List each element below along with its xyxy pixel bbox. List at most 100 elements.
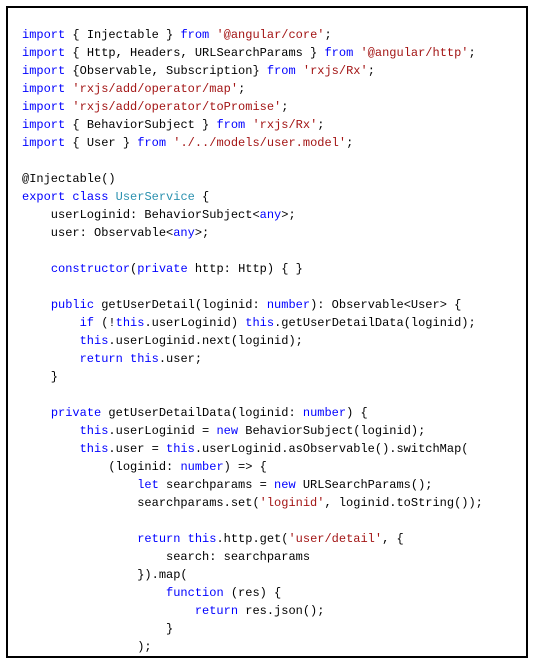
code-token: number <box>267 298 310 312</box>
code-token: { Injectable } <box>65 28 180 42</box>
code-line: return this.user; <box>22 352 202 366</box>
code-token: this <box>166 442 195 456</box>
code-token: searchparams = <box>159 478 274 492</box>
code-token: getUserDetailData(loginid: <box>101 406 303 420</box>
code-token: .user; <box>159 352 202 366</box>
code-line: import 'rxjs/add/operator/map'; <box>22 82 245 96</box>
code-line: let searchparams = new URLSearchParams()… <box>22 478 432 492</box>
code-line: } <box>22 622 173 636</box>
code-line: import { User } from './../models/user.m… <box>22 136 353 150</box>
code-token <box>22 604 195 618</box>
code-token: .user = <box>108 442 166 456</box>
code-token: this <box>245 316 274 330</box>
code-token: this <box>80 334 109 348</box>
code-line: }).map( <box>22 568 188 582</box>
code-token: ; <box>317 118 324 132</box>
code-line: private getUserDetailData(loginid: numbe… <box>22 406 368 420</box>
code-token: URLSearchParams(); <box>296 478 433 492</box>
code-token: import <box>22 100 65 114</box>
code-token <box>22 406 51 420</box>
code-token: '@angular/http' <box>360 46 468 60</box>
code-token: @Injectable() <box>22 172 116 186</box>
code-line: user: Observable<any>; <box>22 226 209 240</box>
code-token: import <box>22 136 65 150</box>
code-token: private <box>137 262 187 276</box>
code-token: return <box>80 352 123 366</box>
code-token <box>22 586 166 600</box>
code-token: return <box>137 532 180 546</box>
code-token: import <box>22 28 65 42</box>
code-token: new <box>274 478 296 492</box>
code-line: return res.json(); <box>22 604 324 618</box>
code-token: ; <box>324 28 331 42</box>
code-token: { Http, Headers, URLSearchParams } <box>65 46 324 60</box>
code-token <box>22 532 137 546</box>
code-token: from <box>137 136 166 150</box>
code-token: ) => { <box>224 460 267 474</box>
code-token: constructor <box>51 262 130 276</box>
code-token: 'rxjs/add/operator/map' <box>72 82 238 96</box>
code-token <box>22 478 137 492</box>
code-token: }).map( <box>22 568 188 582</box>
code-token: .userLoginid) <box>144 316 245 330</box>
code-token: number <box>303 406 346 420</box>
code-token <box>123 352 130 366</box>
code-token: let <box>137 478 159 492</box>
code-token: { <box>195 190 209 204</box>
code-token: .userLoginid.asObservable().switchMap( <box>195 442 469 456</box>
code-line: import {Observable, Subscription} from '… <box>22 64 375 78</box>
code-token: from <box>267 64 296 78</box>
code-token: BehaviorSubject(loginid); <box>238 424 425 438</box>
code-token <box>22 424 80 438</box>
code-token: public <box>51 298 94 312</box>
code-token: 'rxjs/add/operator/toPromise' <box>72 100 281 114</box>
code-token: ): Observable<User> { <box>310 298 461 312</box>
code-token: import <box>22 64 65 78</box>
code-token: .http.get( <box>216 532 288 546</box>
code-token: this <box>130 352 159 366</box>
code-token: UserService <box>116 190 195 204</box>
code-frame: import { Injectable } from '@angular/cor… <box>6 6 528 658</box>
code-line: import 'rxjs/add/operator/toPromise'; <box>22 100 288 114</box>
code-line: return this.http.get('user/detail', { <box>22 532 404 546</box>
code-token: .getUserDetailData(loginid); <box>274 316 476 330</box>
code-token: return <box>195 604 238 618</box>
code-line: this.userLoginid.next(loginid); <box>22 334 303 348</box>
code-token: import <box>22 118 65 132</box>
code-token <box>22 352 80 366</box>
code-token: , loginid.toString()); <box>324 496 482 510</box>
code-token: } <box>22 622 173 636</box>
code-token: (res) { <box>224 586 282 600</box>
code-token: user: Observable< <box>22 226 173 240</box>
code-token: import <box>22 82 65 96</box>
code-line: @Injectable() <box>22 172 116 186</box>
code-token: any <box>260 208 282 222</box>
code-token: ; <box>368 64 375 78</box>
code-token: res.json(); <box>238 604 324 618</box>
code-token: '@angular/core' <box>216 28 324 42</box>
code-token: function <box>166 586 224 600</box>
code-line: import { Http, Headers, URLSearchParams … <box>22 46 476 60</box>
code-line: (loginid: number) => { <box>22 460 267 474</box>
code-token: if <box>80 316 94 330</box>
code-token: getUserDetail(loginid: <box>94 298 267 312</box>
code-token <box>22 334 80 348</box>
code-token: number <box>180 460 223 474</box>
code-token <box>22 298 51 312</box>
code-token: this <box>116 316 145 330</box>
code-line: ); <box>22 640 152 654</box>
code-token <box>22 262 51 276</box>
code-token: .userLoginid = <box>108 424 216 438</box>
code-token: 'rxjs/Rx' <box>252 118 317 132</box>
code-token: any <box>173 226 195 240</box>
code-token: this <box>188 532 217 546</box>
code-token: 'rxjs/Rx' <box>303 64 368 78</box>
code-token: from <box>324 46 353 60</box>
code-token: ; <box>346 136 353 150</box>
code-token: export <box>22 190 65 204</box>
code-block: import { Injectable } from '@angular/cor… <box>22 26 512 658</box>
code-line: import { BehaviorSubject } from 'rxjs/Rx… <box>22 118 324 132</box>
code-line: searchparams.set('loginid', loginid.toSt… <box>22 496 483 510</box>
code-token: userLoginid: BehaviorSubject< <box>22 208 260 222</box>
code-token: } <box>22 370 58 384</box>
